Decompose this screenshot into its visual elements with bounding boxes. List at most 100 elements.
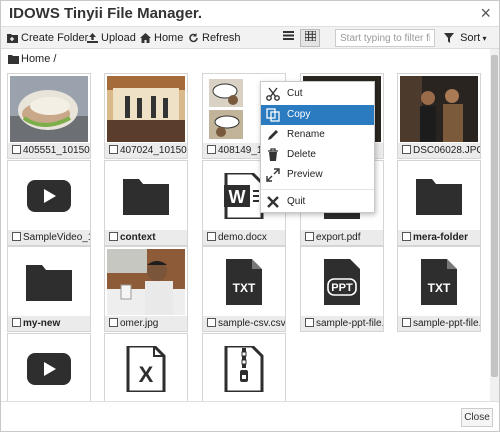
filter-input[interactable] bbox=[335, 29, 435, 47]
file-checkbox[interactable] bbox=[207, 145, 216, 154]
folder-icon bbox=[123, 179, 169, 215]
zip-archive-icon bbox=[224, 346, 264, 392]
context-menu-divider bbox=[261, 189, 374, 190]
sort-button[interactable]: Sort ▾ bbox=[444, 30, 487, 46]
file-checkbox[interactable] bbox=[305, 318, 314, 327]
context-menu-label: Rename bbox=[287, 129, 325, 140]
upload-label: Upload bbox=[101, 32, 136, 44]
file-checkbox[interactable] bbox=[12, 232, 21, 241]
file-tile[interactable]: TXT sample-csv.csv bbox=[202, 246, 286, 332]
file-caption: mera-folder bbox=[398, 230, 480, 245]
file-checkbox[interactable] bbox=[109, 145, 118, 154]
toolbar: Create Folder Upload Home Refresh Sort ▾ bbox=[1, 27, 499, 49]
file-caption: demo.docx bbox=[203, 230, 285, 245]
file-tile[interactable]: TXT sample-ppt-file.txt bbox=[397, 246, 481, 332]
refresh-button[interactable]: Refresh bbox=[188, 30, 241, 46]
file-thumbnail bbox=[10, 336, 88, 401]
context-menu-item-copy[interactable]: Copy bbox=[261, 105, 374, 125]
breadcrumb: Home / bbox=[8, 53, 56, 67]
file-tile[interactable]: PPT sample-ppt-file.ppt bbox=[300, 246, 384, 332]
context-menu-item-preview[interactable]: Preview bbox=[261, 165, 374, 185]
file-name: SampleVideo_176x1 bbox=[23, 232, 90, 243]
file-thumbnail bbox=[10, 249, 88, 315]
copy-icon bbox=[266, 108, 280, 122]
photo-thumbnail bbox=[107, 76, 185, 142]
file-caption: DSC06028.JPG bbox=[398, 143, 480, 158]
svg-text:PPT: PPT bbox=[331, 282, 353, 294]
scrollbar[interactable] bbox=[490, 49, 499, 401]
photo-thumbnail bbox=[400, 76, 478, 142]
file-tile[interactable] bbox=[202, 333, 286, 401]
home-label: Home bbox=[154, 32, 184, 44]
file-tile[interactable]: 405551_101505007 bbox=[7, 73, 91, 159]
file-tile[interactable]: context bbox=[104, 160, 188, 246]
file-caption: omer.jpg bbox=[105, 316, 187, 331]
file-checkbox[interactable] bbox=[109, 318, 118, 327]
file-checkbox[interactable] bbox=[12, 318, 21, 327]
file-checkbox[interactable] bbox=[207, 232, 216, 241]
pencil-icon bbox=[266, 128, 280, 142]
context-menu-label: Delete bbox=[287, 149, 316, 160]
file-tile[interactable]: 407024_101506179 bbox=[104, 73, 188, 159]
file-checkbox[interactable] bbox=[402, 232, 411, 241]
file-name: omer.jpg bbox=[120, 318, 159, 329]
context-menu-item-rename[interactable]: Rename bbox=[261, 125, 374, 145]
file-thumbnail bbox=[400, 163, 478, 229]
file-thumbnail: PPT bbox=[303, 249, 381, 315]
context-menu-item-delete[interactable]: Delete bbox=[261, 145, 374, 165]
powerpoint-icon: PPT bbox=[324, 259, 360, 305]
file-tile[interactable]: X bbox=[104, 333, 188, 401]
list-icon bbox=[282, 31, 294, 40]
file-thumbnail: TXT bbox=[205, 249, 283, 315]
folder-icon bbox=[416, 179, 462, 215]
file-thumbnail bbox=[107, 76, 185, 142]
file-caption: sample-ppt-file.ppt bbox=[301, 316, 383, 331]
file-tile[interactable]: my-new bbox=[7, 246, 91, 332]
file-checkbox[interactable] bbox=[109, 232, 118, 241]
context-menu-item-cut[interactable]: Cut bbox=[261, 84, 374, 104]
grid-view-button[interactable] bbox=[300, 29, 320, 47]
file-tile[interactable]: SampleVideo_176x1 bbox=[7, 160, 91, 246]
text-file-icon: TXT bbox=[421, 259, 457, 305]
file-checkbox[interactable] bbox=[305, 232, 314, 241]
list-view-button[interactable] bbox=[278, 29, 298, 47]
file-tile[interactable]: omer.jpg bbox=[104, 246, 188, 332]
file-thumbnail bbox=[205, 336, 283, 401]
scrollbar-thumb[interactable] bbox=[491, 55, 498, 377]
file-thumbnail bbox=[107, 163, 185, 229]
photo-thumbnail bbox=[107, 249, 185, 315]
close-button[interactable]: Close bbox=[461, 408, 493, 427]
close-icon bbox=[266, 195, 280, 209]
context-menu-label: Copy bbox=[287, 109, 311, 120]
breadcrumb-home[interactable]: Home bbox=[21, 53, 50, 65]
svg-text:X: X bbox=[139, 362, 154, 387]
context-menu-item-quit[interactable]: Quit bbox=[261, 192, 374, 212]
file-checkbox[interactable] bbox=[207, 318, 216, 327]
video-play-icon bbox=[27, 180, 71, 212]
file-thumbnail bbox=[10, 163, 88, 229]
file-checkbox[interactable] bbox=[402, 318, 411, 327]
file-name: 405551_101505007 bbox=[23, 145, 90, 156]
close-icon[interactable]: × bbox=[480, 3, 491, 23]
file-tile[interactable]: mera-folder bbox=[397, 160, 481, 246]
home-button[interactable]: Home bbox=[140, 30, 183, 46]
file-name: sample-csv.csv bbox=[218, 318, 285, 329]
file-checkbox[interactable] bbox=[402, 145, 411, 154]
folder-icon bbox=[8, 55, 19, 64]
file-tile[interactable]: DSC06028.JPG bbox=[397, 73, 481, 159]
sort-label: Sort bbox=[460, 32, 481, 44]
create-folder-button[interactable]: Create Folder bbox=[7, 30, 88, 46]
file-name: export.pdf bbox=[316, 232, 361, 243]
upload-button[interactable]: Upload bbox=[87, 30, 136, 46]
context-menu-label: Preview bbox=[287, 169, 323, 180]
file-caption: 407024_101506179 bbox=[105, 143, 187, 158]
file-caption: SampleVideo_176x1 bbox=[8, 230, 90, 245]
text-file-icon: TXT bbox=[226, 259, 262, 305]
file-name: 407024_101506179 bbox=[120, 145, 187, 156]
file-checkbox[interactable] bbox=[12, 145, 21, 154]
file-caption: context bbox=[105, 230, 187, 245]
grid-icon bbox=[304, 30, 316, 42]
file-tile[interactable] bbox=[7, 333, 91, 401]
breadcrumb-separator: / bbox=[53, 53, 57, 65]
dialog-title: IDOWS Tinyii File Manager. bbox=[9, 5, 203, 22]
